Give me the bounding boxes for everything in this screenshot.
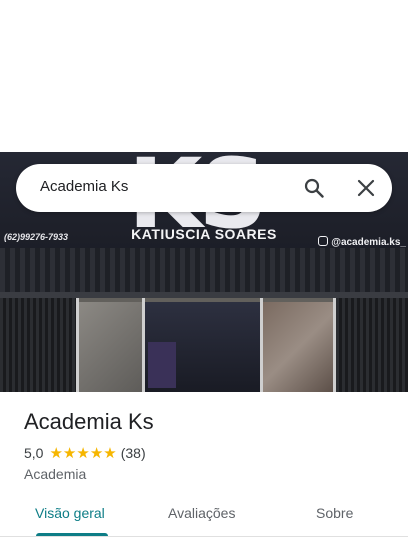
search-icon[interactable] bbox=[304, 178, 324, 198]
tabs-divider bbox=[0, 536, 408, 537]
storefront-glass bbox=[76, 298, 336, 392]
star-icon: ★ bbox=[103, 444, 117, 462]
interior-banner bbox=[148, 342, 176, 388]
place-name: Academia Ks bbox=[24, 409, 154, 434]
close-icon[interactable] bbox=[356, 178, 376, 198]
star-icon: ★ bbox=[76, 444, 90, 462]
review-count[interactable]: (38) bbox=[121, 445, 146, 461]
tab-about[interactable]: Sobre bbox=[316, 505, 353, 521]
door-frame bbox=[76, 298, 79, 392]
star-icon: ★ bbox=[89, 444, 104, 462]
glass-panel-right bbox=[262, 302, 336, 392]
rating-value: 5,0 bbox=[24, 445, 44, 461]
shutter-left bbox=[0, 298, 76, 392]
place-category[interactable]: Academia bbox=[24, 466, 86, 482]
glass-panel-left bbox=[76, 302, 142, 392]
tab-overview[interactable]: Visão geral bbox=[35, 505, 105, 521]
instagram-icon bbox=[318, 236, 329, 246]
star-icon: ★ bbox=[62, 444, 77, 462]
door-frame bbox=[142, 298, 145, 392]
tab-reviews[interactable]: Avaliações bbox=[168, 505, 235, 521]
awning bbox=[0, 248, 408, 294]
search-input[interactable]: Academia Ks bbox=[40, 178, 128, 195]
shutter-right bbox=[336, 298, 408, 392]
rating-stars: ★ ★ ★ ★ ★ bbox=[49, 446, 116, 461]
rating-row[interactable]: 5,0 ★ ★ ★ ★ ★ (38) bbox=[24, 445, 146, 461]
search-bar[interactable]: Academia Ks bbox=[16, 164, 392, 212]
sign-instagram-handle: @academia.ks_ bbox=[331, 237, 406, 248]
star-icon: ★ bbox=[49, 444, 63, 462]
sign-instagram: @academia.ks_ bbox=[318, 236, 406, 248]
door-frame bbox=[260, 298, 263, 392]
